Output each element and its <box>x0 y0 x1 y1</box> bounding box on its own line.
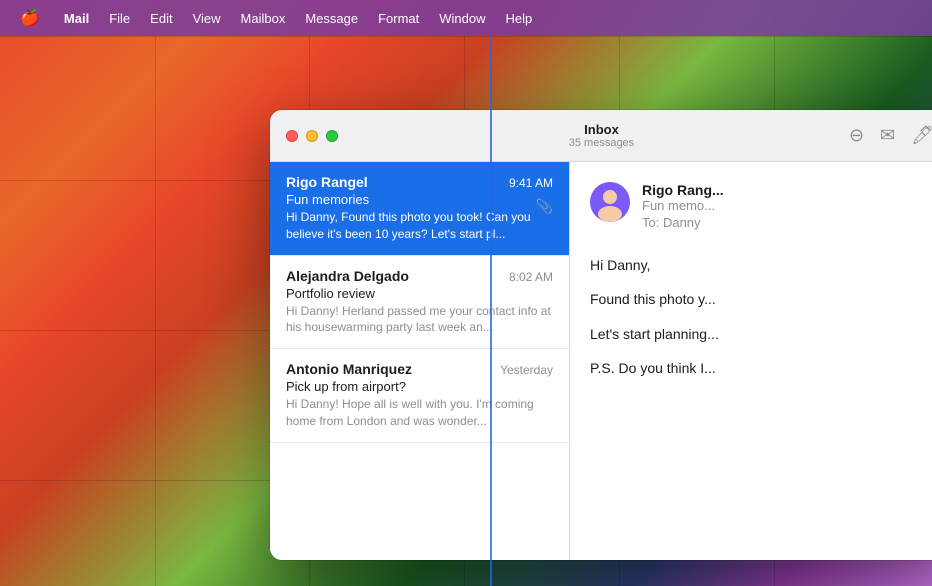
avatar <box>590 182 630 222</box>
message-detail: Rigo Rang... Fun memo... To: Danny Hi Da… <box>570 162 932 560</box>
preview-2: Hi Danny! Herland passed me your contact… <box>286 303 553 337</box>
compose-icon[interactable]: ✉ <box>880 125 895 146</box>
body-line-2: Found this photo y... <box>590 288 930 310</box>
window-content: Rigo Rangel 9:41 AM Fun memories Hi Dann… <box>270 162 932 560</box>
mail-window: Inbox 35 messages ⊖ ✉ 🖊 Rigo Rangel 9:41… <box>270 110 932 560</box>
sender-3: Antonio Manriquez <box>286 361 412 377</box>
sender-1: Rigo Rangel <box>286 174 368 190</box>
detail-header: Rigo Rang... Fun memo... To: Danny <box>590 182 930 230</box>
menu-item-help[interactable]: Help <box>498 7 541 30</box>
maximize-button[interactable] <box>326 130 338 142</box>
window-actions: ⊖ ✉ 🖊 <box>849 125 932 146</box>
message-item-3[interactable]: Antonio Manriquez Yesterday Pick up from… <box>270 349 569 443</box>
menu-item-file[interactable]: File <box>101 7 138 30</box>
sender-2: Alejandra Delgado <box>286 268 409 284</box>
subject-3: Pick up from airport? <box>286 379 553 394</box>
detail-body: Hi Danny, Found this photo y... Let's st… <box>590 246 930 380</box>
minimize-button[interactable] <box>306 130 318 142</box>
close-button[interactable] <box>286 130 298 142</box>
traffic-lights <box>286 130 338 142</box>
message-item-1[interactable]: Rigo Rangel 9:41 AM Fun memories Hi Dann… <box>270 162 569 256</box>
menu-item-format[interactable]: Format <box>370 7 427 30</box>
window-title-area: Inbox 35 messages <box>354 122 849 149</box>
attachment-icon-1: 📎 <box>536 198 553 215</box>
window-titlebar: Inbox 35 messages ⊖ ✉ 🖊 <box>270 110 932 162</box>
window-subtitle: 35 messages <box>569 137 634 149</box>
menu-item-view[interactable]: View <box>185 7 229 30</box>
apple-menu[interactable]: 🍎 <box>12 4 48 32</box>
filter-icon[interactable]: ⊖ <box>849 125 864 146</box>
detail-subject-line: Fun memo... <box>642 198 930 213</box>
new-message-icon[interactable]: 🖊 <box>911 125 932 146</box>
message-list[interactable]: Rigo Rangel 9:41 AM Fun memories Hi Dann… <box>270 162 570 560</box>
menu-bar: 🍎 Mail File Edit View Mailbox Message Fo… <box>0 0 932 36</box>
subject-1: Fun memories <box>286 192 553 207</box>
body-line-3: Let's start planning... <box>590 323 930 345</box>
detail-sender-name: Rigo Rang... <box>642 182 930 198</box>
message-item-2[interactable]: Alejandra Delgado 8:02 AM Portfolio revi… <box>270 256 569 350</box>
time-1: 9:41 AM <box>509 176 553 190</box>
time-3: Yesterday <box>500 363 553 377</box>
preview-1: Hi Danny, Found this photo you took! Can… <box>286 209 553 243</box>
time-2: 8:02 AM <box>509 270 553 284</box>
menu-item-edit[interactable]: Edit <box>142 7 180 30</box>
preview-3: Hi Danny! Hope all is well with you. I'm… <box>286 396 553 430</box>
menu-item-window[interactable]: Window <box>431 7 493 30</box>
menu-item-mail[interactable]: Mail <box>56 7 97 30</box>
format-selection-line <box>490 36 492 586</box>
avatar-illustration <box>590 182 630 222</box>
body-line-4: P.S. Do you think I... <box>590 357 930 379</box>
body-line-1: Hi Danny, <box>590 254 930 276</box>
detail-to: To: Danny <box>642 215 930 230</box>
menu-item-mailbox[interactable]: Mailbox <box>233 7 294 30</box>
subject-2: Portfolio review <box>286 286 553 301</box>
window-title: Inbox <box>584 122 619 137</box>
menu-item-message[interactable]: Message <box>297 7 366 30</box>
